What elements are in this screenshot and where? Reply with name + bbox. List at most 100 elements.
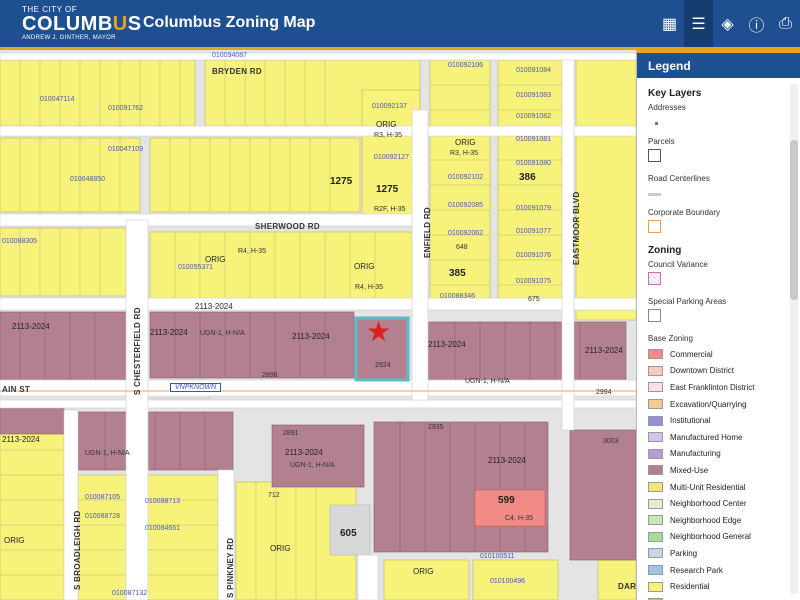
zone-label: 385	[449, 268, 466, 279]
zone-swatch-icon	[648, 515, 663, 526]
zone-swatch-icon	[648, 349, 663, 360]
legend-body[interactable]: Key Layers Addresses Parcels Road Center…	[637, 78, 800, 600]
zone-label: 2113-2024	[195, 302, 233, 311]
zone-swatch-icon	[648, 565, 663, 576]
zone-label: Residential	[670, 582, 710, 592]
legend-zone-row: Downtown District	[648, 365, 800, 378]
legend-item-council-variance: Council Variance	[648, 260, 800, 290]
info-icon[interactable]: ⓘ	[742, 0, 771, 47]
address-label: 2924	[375, 362, 391, 369]
address-label: 648	[456, 244, 468, 251]
zone-label: Excavation/Quarrying	[670, 399, 747, 409]
parcel-id: 010094087	[212, 52, 248, 59]
basemap-gallery-icon[interactable]: ▦	[655, 0, 684, 47]
logo-mayor-text: ANDREW J. GINTHER, MAYOR	[22, 35, 116, 41]
zone-label: 2113-2024	[585, 346, 623, 355]
street-label-main: AIN ST	[2, 385, 31, 394]
legend-item-addresses: Addresses	[648, 103, 800, 130]
legend-item-corporate-boundary: Corporate Boundary	[648, 208, 800, 238]
legend-zone-row: Residential	[648, 580, 800, 593]
parcel-id: 010055371	[178, 264, 214, 271]
parcel-id: 010091079	[516, 205, 552, 212]
zoning-map[interactable]: BRYDEN RD SHERWOOD RD ENFIELD RD EASTMOO…	[0, 50, 636, 600]
legend-zone-row: Manufactured Home	[648, 431, 800, 444]
parcel-id: 010091080	[516, 160, 552, 167]
legend-zone-row: Excavation/Quarrying	[648, 398, 800, 411]
zoning-heading: Zoning	[648, 245, 682, 256]
address-label: 2896	[262, 372, 278, 379]
parcel-id: 010091084	[516, 67, 552, 74]
zone-label: Neighborhood Edge	[670, 515, 742, 525]
zone-label: Research Park	[670, 565, 723, 575]
zone-label: Manufacturing	[670, 449, 721, 459]
address-label: 3003	[603, 438, 619, 445]
legend-item-road-centerlines: Road Centerlines	[648, 174, 800, 201]
zone-label: ORIG	[205, 255, 226, 264]
print-icon[interactable]: ⎙	[771, 0, 800, 47]
parcel-id: 010092127	[374, 154, 410, 161]
zone-label: C4, H-35	[505, 515, 534, 522]
logo-city-name: COLUMBUS	[22, 13, 142, 35]
legend-zone-row: Mixed-Use	[648, 464, 800, 477]
road-line-icon	[648, 193, 661, 196]
street-label-eastmoor: EASTMOOR BLVD	[572, 191, 581, 265]
street-label-sherwood: SHERWOOD RD	[255, 222, 320, 231]
address-label: 2891	[283, 430, 299, 437]
zone-swatch-icon	[648, 448, 663, 459]
zone-label: ORIG	[455, 138, 476, 147]
parcel-id: 010087105	[85, 494, 121, 501]
zone-label: 2113-2024	[12, 322, 50, 331]
parcel-id: 010091077	[516, 228, 552, 235]
street-label-enfield: ENFIELD RD	[423, 207, 432, 258]
legend-icon[interactable]: ☰	[684, 0, 713, 47]
parking-box-icon	[648, 309, 661, 322]
zone-label: ORIG	[413, 567, 434, 576]
zone-label: R4, H-35	[238, 248, 267, 255]
parcel-id: 010091082	[516, 113, 552, 120]
legend-zone-row: Neighborhood Edge	[648, 514, 800, 527]
address-label: 605	[340, 528, 357, 539]
zone-label: R2F, H-35	[374, 206, 406, 213]
legend-zone-row: East Franklinton District	[648, 381, 800, 394]
zone-label: UGN-1, H-N/A	[85, 450, 130, 457]
city-logo[interactable]: THE CITY OF COLUMBUS ANDREW J. GINTHER, …	[22, 5, 142, 42]
base-zoning-heading: Base Zoning	[648, 334, 693, 343]
zone-label: 2113-2024	[292, 332, 330, 341]
parcel-id: 010100511	[480, 553, 515, 560]
zone-label: 2113-2024	[428, 340, 466, 349]
parcel-id: 010047114	[40, 96, 75, 103]
zone-label: 2113-2024	[150, 328, 188, 337]
parcel-id: 010091083	[516, 92, 552, 99]
parcel-id: 010100496	[490, 578, 526, 585]
legend-zone-row: Institutional	[648, 414, 800, 427]
zone-label: 1275	[376, 184, 399, 195]
zone-label: Parking	[670, 548, 698, 558]
zone-label: Downtown District	[670, 366, 735, 376]
zone-label: ORIG	[376, 120, 397, 129]
zone-label: 2113-2024	[285, 448, 323, 457]
zone-label: 1275	[330, 176, 353, 187]
selected-location-marker-icon: ★	[366, 316, 392, 347]
parcel-id: 010088346	[440, 293, 476, 300]
layers-icon[interactable]: ◈	[713, 0, 742, 47]
legend-panel: Legend Key Layers Addresses Parcels Road…	[636, 50, 800, 600]
zone-swatch-icon	[648, 548, 663, 559]
zone-swatch-icon	[648, 498, 663, 509]
app-title: Columbus Zoning Map	[143, 14, 316, 31]
zone-label: 386	[519, 172, 536, 183]
zone-label: Neighborhood Center	[670, 499, 747, 509]
variance-hatch-icon	[648, 272, 661, 285]
parcel-id: 010091076	[516, 252, 552, 259]
boundary-box-icon	[648, 220, 661, 233]
zone-label: ORIG	[4, 536, 25, 545]
legend-item-parcels: Parcels	[648, 137, 800, 167]
zone-swatch-icon	[648, 399, 663, 410]
legend-zone-row: Parking	[648, 547, 800, 560]
zone-swatch-icon	[648, 365, 663, 376]
parcel-id: 010088305	[2, 238, 38, 245]
zone-label: Institutional	[670, 416, 711, 426]
legend-zone-row: Neighborhood Center	[648, 497, 800, 510]
legend-scrollbar-thumb[interactable]	[790, 140, 798, 300]
zone-label: Neighborhood General	[670, 532, 751, 542]
parcel-id: 010091762	[108, 105, 144, 112]
